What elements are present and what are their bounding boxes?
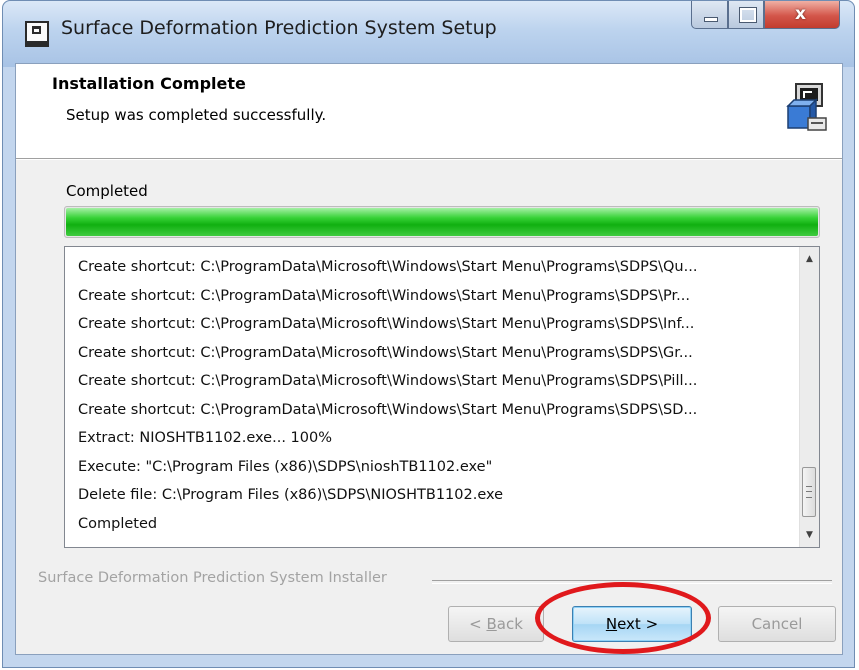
minimize-icon: [704, 17, 718, 22]
grip-icon: [806, 486, 812, 498]
back-prefix: <: [469, 615, 487, 633]
log-line: Delete file: C:\Program Files (x86)\SDPS…: [78, 487, 504, 503]
scrollbar-thumb[interactable]: [802, 467, 816, 517]
page-subtitle: Setup was completed successfully.: [66, 106, 327, 124]
cancel-button[interactable]: Cancel: [718, 606, 836, 642]
next-rest: ext >: [617, 615, 659, 633]
back-mnemonic: B: [486, 615, 497, 633]
setup-computer-icon: [786, 83, 827, 131]
log-line: Completed: [78, 515, 158, 532]
progress-bar-fill: [66, 208, 818, 236]
log-line: Create shortcut: C:\ProgramData\Microsof…: [78, 316, 695, 332]
back-button[interactable]: < Back: [448, 606, 544, 642]
next-button[interactable]: Next >: [572, 606, 692, 642]
wizard-header: Installation Complete Setup was complete…: [16, 64, 842, 159]
installer-body: Installation Complete Setup was complete…: [15, 63, 843, 655]
log-lines: Create shortcut: C:\ProgramData\Microsof…: [78, 253, 794, 538]
log-line: Create shortcut: C:\ProgramData\Microsof…: [78, 259, 698, 275]
install-log-list[interactable]: Create shortcut: C:\ProgramData\Microsof…: [64, 246, 820, 548]
log-line: Execute: "C:\Program Files (x86)\SDPS\ni…: [78, 458, 493, 475]
maximize-icon: [739, 7, 757, 23]
installer-app-icon: [25, 21, 49, 47]
log-line: Create shortcut: C:\ProgramData\Microsof…: [78, 287, 690, 304]
title-bar[interactable]: Surface Deformation Prediction System Se…: [3, 1, 854, 67]
page-title: Installation Complete: [52, 74, 246, 93]
progress-status-label: Completed: [66, 182, 148, 200]
log-line: Extract: NIOSHTB1102.exe... 100%: [78, 430, 332, 446]
log-line: Create shortcut: C:\ProgramData\Microsof…: [78, 373, 698, 389]
log-line: Create shortcut: C:\ProgramData\Microsof…: [78, 401, 698, 418]
back-rest: ack: [496, 615, 523, 633]
log-scrollbar[interactable]: ▲ ▼: [799, 247, 819, 547]
close-button[interactable]: x: [764, 1, 840, 29]
installer-branding: Surface Deformation Prediction System In…: [38, 570, 387, 586]
log-line: Create shortcut: C:\ProgramData\Microsof…: [78, 344, 693, 361]
progress-bar: [64, 206, 820, 238]
minimize-button[interactable]: [691, 1, 728, 29]
next-mnemonic: N: [605, 615, 618, 633]
footer-divider: [432, 580, 832, 584]
installer-window: Surface Deformation Prediction System Se…: [2, 0, 855, 668]
scroll-down-arrow-icon[interactable]: ▼: [800, 525, 819, 545]
close-icon: x: [795, 4, 806, 24]
scroll-up-arrow-icon[interactable]: ▲: [800, 249, 819, 269]
maximize-button[interactable]: [728, 1, 764, 29]
window-title: Surface Deformation Prediction System Se…: [61, 17, 497, 39]
